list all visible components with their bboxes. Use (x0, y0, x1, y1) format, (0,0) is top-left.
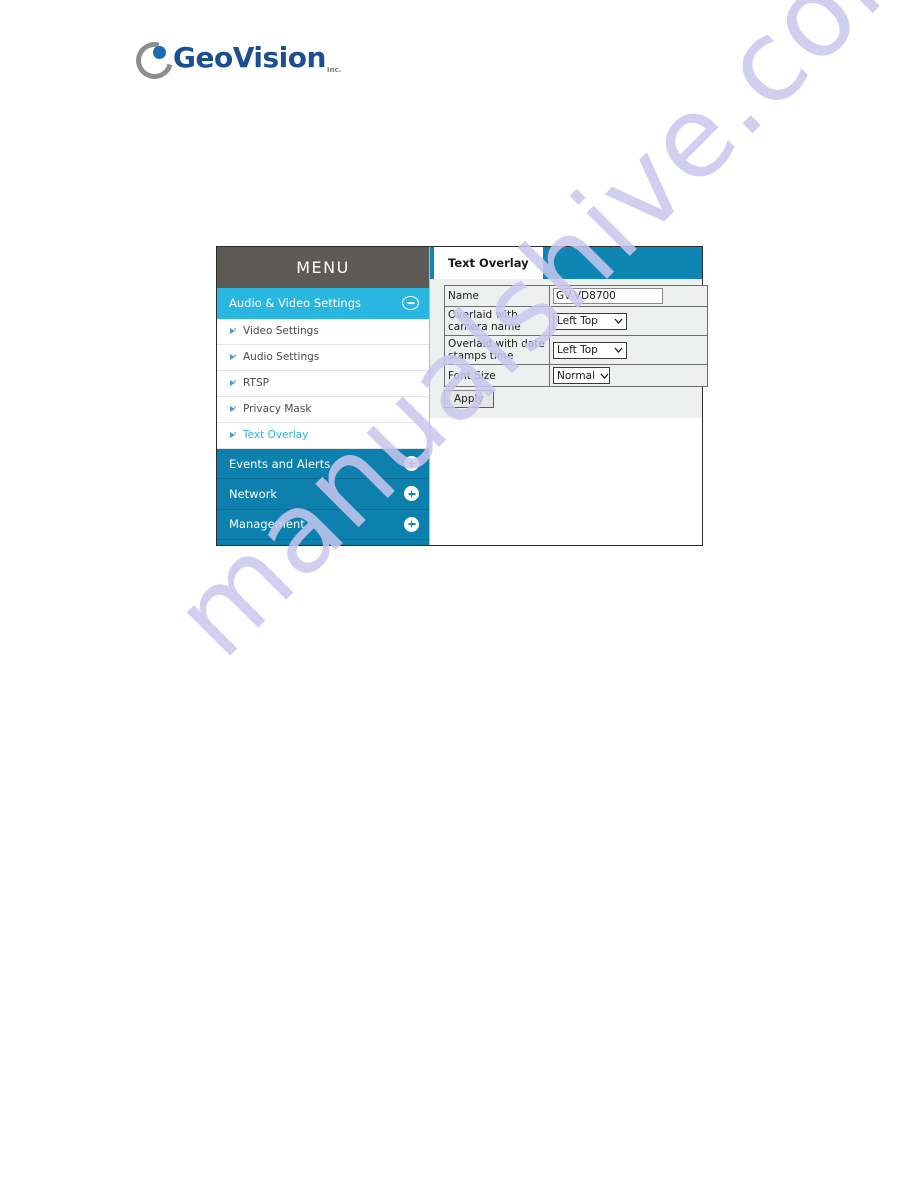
arrow-bullet-icon (229, 405, 237, 413)
sidebar-item-video-settings[interactable]: Video Settings (217, 318, 429, 345)
sidebar-item-label: Text Overlay (243, 429, 309, 442)
camera-name-input[interactable] (553, 288, 663, 304)
plus-circle-icon[interactable] (404, 456, 419, 472)
swirl-dot-shape (153, 45, 166, 59)
tab-label: Text Overlay (448, 256, 529, 270)
sidebar-item-audio-settings[interactable]: Audio Settings (217, 344, 429, 371)
geovision-logo: GeoVision Inc. (129, 34, 342, 86)
overlaid-camera-name-select[interactable]: Left Top (553, 312, 627, 330)
tab-text-overlay[interactable]: Text Overlay (434, 247, 543, 279)
font-size-select[interactable]: Normal (553, 367, 610, 385)
camera-web-ui-panel: MENU Audio & Video Settings Video Settin… (216, 246, 708, 546)
content-panel: Text Overlay Name Overlaid with camera n… (430, 247, 708, 545)
row-label-overlaid-date-stamps: Overlaid with date stamps time (444, 335, 550, 366)
sidebar-section-audio-video-settings[interactable]: Audio & Video Settings (217, 288, 429, 319)
sidebar-section-network[interactable]: Network (217, 479, 429, 510)
sidebar-section-events-and-alerts[interactable]: Events and Alerts (217, 448, 429, 480)
row-value-name (549, 285, 708, 307)
geovision-swirl-icon (129, 34, 180, 86)
plus-bar-vertical-shape (410, 460, 413, 468)
sidebar-section-management[interactable]: Management (217, 509, 429, 541)
plus-circle-icon[interactable] (404, 486, 419, 502)
row-label-overlaid-camera-name: Overlaid with camera name (444, 305, 550, 337)
sidebar-menu: MENU Audio & Video Settings Video Settin… (217, 247, 430, 546)
sidebar-section-label: Network (229, 486, 278, 501)
content-empty-area (430, 418, 702, 545)
table-row-font-size: Font Size Normal (444, 364, 708, 388)
menu-header: MENU (217, 247, 429, 289)
sidebar-bottom-edge (217, 540, 429, 546)
table-row-overlaid-date-stamps: Overlaid with date stamps time Left Top (444, 335, 708, 366)
sidebar-item-privacy-mask[interactable]: Privacy Mask (217, 396, 429, 423)
plus-bar-vertical-shape (410, 490, 413, 498)
row-label-font-size: Font Size (444, 364, 550, 388)
row-value-overlaid-camera-name: Left Top (549, 305, 708, 337)
logo-inc-suffix: Inc. (326, 66, 342, 74)
minus-bar-shape (407, 302, 414, 305)
plus-circle-icon[interactable] (404, 516, 419, 532)
select-value: Left Top (557, 344, 598, 357)
apply-button[interactable]: Apply (444, 390, 494, 409)
sidebar-section-label: Events and Alerts (229, 456, 331, 471)
chevron-down-icon (614, 347, 623, 354)
row-value-overlaid-date-stamps: Left Top (549, 335, 708, 366)
minus-circle-icon[interactable] (402, 296, 419, 311)
tab-bar: Text Overlay (430, 247, 702, 279)
logo-wordmark: GeoVision (173, 41, 326, 74)
plus-bar-vertical-shape (410, 520, 413, 528)
arrow-bullet-icon (229, 431, 237, 439)
sidebar-item-label: Audio Settings (243, 351, 320, 364)
sidebar-item-text-overlay[interactable]: Text Overlay (217, 422, 429, 449)
sidebar-item-label: Video Settings (243, 325, 319, 338)
settings-table: Name Overlaid with camera name Left Top (444, 285, 708, 388)
sidebar-section-label: Management (229, 517, 305, 532)
table-row-overlaid-camera-name: Overlaid with camera name Left Top (444, 305, 708, 337)
select-value: Left Top (557, 315, 598, 328)
chevron-down-icon (614, 318, 623, 325)
sidebar-item-label: Privacy Mask (243, 403, 312, 416)
table-row-name: Name (444, 285, 708, 307)
chevron-down-icon (600, 373, 609, 379)
arrow-bullet-icon (229, 327, 237, 335)
row-label-name: Name (444, 285, 550, 307)
row-value-font-size: Normal (549, 364, 708, 388)
apply-row: Apply (444, 389, 694, 409)
select-value: Normal (557, 369, 595, 382)
arrow-bullet-icon (229, 379, 237, 387)
page-watermark: manualshive.com (0, 0, 918, 1188)
sidebar-item-label: RTSP (243, 377, 269, 390)
arrow-bullet-icon (229, 353, 237, 361)
sidebar-section-label: Audio & Video Settings (229, 296, 362, 311)
overlaid-date-stamps-select[interactable]: Left Top (553, 341, 627, 359)
sidebar-item-rtsp[interactable]: RTSP (217, 370, 429, 397)
text-overlay-form: Name Overlaid with camera name Left Top (430, 279, 708, 419)
